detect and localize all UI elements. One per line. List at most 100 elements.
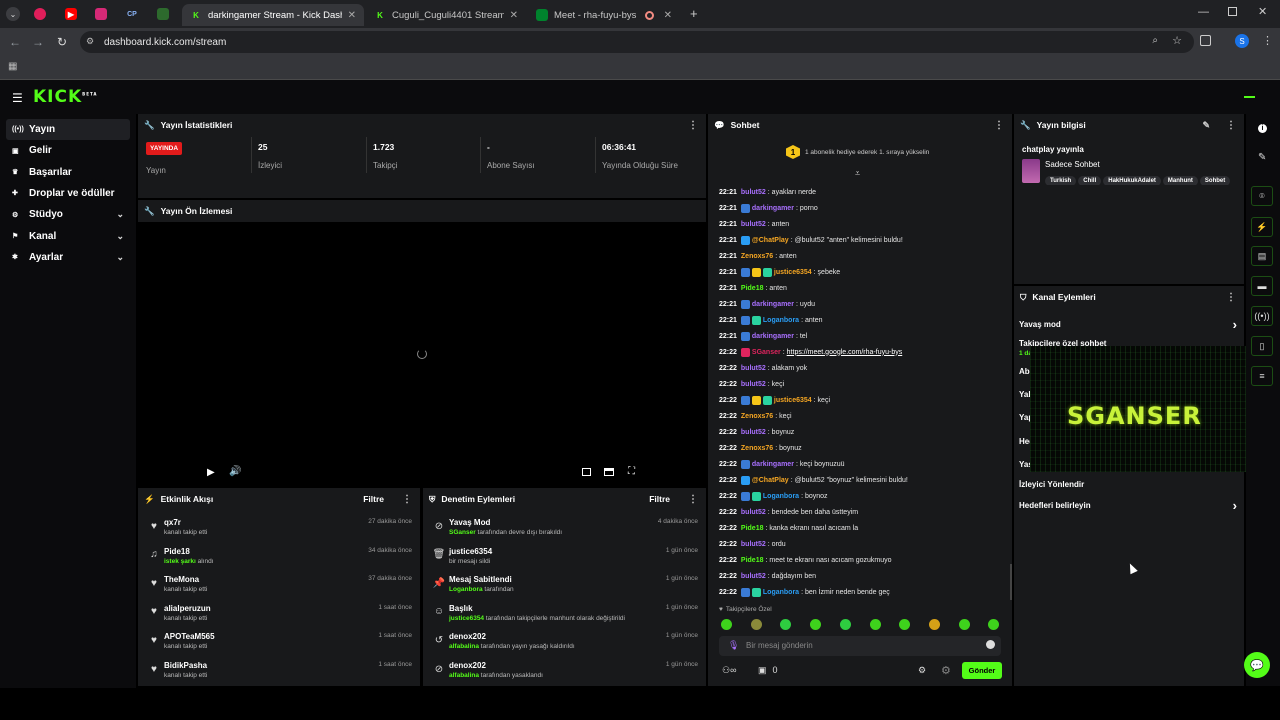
chat-username[interactable]: @ChatPlay	[752, 237, 789, 244]
tag-chip[interactable]: Chill	[1078, 176, 1102, 185]
points-display[interactable]: ▣ 0	[758, 665, 778, 676]
sidebar-item[interactable]: ✚ Droplar ve ödüller	[6, 183, 130, 204]
chat-link[interactable]: https://meet.google.com/rha-fuyu-bys	[787, 349, 903, 356]
browser-menu-icon[interactable]: ⋮	[1262, 34, 1273, 47]
send-button[interactable]: Gönder	[962, 662, 1002, 679]
more-options-icon[interactable]: ⋮	[688, 494, 698, 505]
fullscreen-icon[interactable]: ⛶	[628, 466, 635, 477]
minimize-button[interactable]: —	[1198, 6, 1209, 18]
emote-icon[interactable]	[958, 619, 970, 630]
sidebar-item[interactable]: ✱ Ayarlar ⌄	[6, 247, 130, 268]
theater-mode-icon[interactable]	[604, 468, 614, 476]
moderation-name[interactable]: Mesaj Sabitlendi	[449, 575, 512, 584]
emoji-picker-icon[interactable]	[986, 640, 995, 649]
tab-search-button[interactable]: ⌄	[5, 6, 21, 22]
sidebar-item[interactable]: ⚙ Stüdyo ⌄	[6, 204, 130, 225]
moderator-name[interactable]: alfabalina	[449, 672, 479, 679]
sidebar-item[interactable]: ((•)) Yayın	[6, 119, 130, 140]
more-options-icon[interactable]: ⋮	[994, 120, 1004, 131]
pinned-tab-5[interactable]	[155, 6, 171, 22]
moderation-name[interactable]: Yavaş Mod	[449, 518, 490, 527]
back-button[interactable]: ←	[7, 35, 23, 49]
pinned-tab-2[interactable]: ▶	[63, 6, 79, 22]
chat-username[interactable]: bulut52	[741, 573, 766, 580]
edit-pencil-icon[interactable]: ✎	[1258, 152, 1266, 163]
pip-icon[interactable]	[582, 468, 591, 476]
moderation-name[interactable]: denox202	[449, 632, 486, 641]
gift-leaderboard-banner[interactable]: 1 abonelik hediye ederek 1. sıraya yükse…	[805, 149, 929, 156]
moderator-name[interactable]: justice6354	[449, 615, 484, 622]
moderation-name[interactable]: justice6354	[449, 547, 492, 556]
sidebar-item[interactable]: ⚑ Kanal ⌄	[6, 226, 130, 247]
chevron-down-icon[interactable]: ⌄	[116, 209, 124, 220]
emote-icon[interactable]	[721, 619, 732, 630]
chat-username[interactable]: darkingamer	[752, 333, 794, 340]
close-window-button[interactable]: ✕	[1258, 5, 1267, 18]
activity-row[interactable]: ♫ Pide18 istek şarkı alındı 34 dakika önce	[146, 545, 412, 573]
channel-action-item[interactable]: Hedefleri belirleyin ›	[1019, 499, 1239, 512]
tag-chip[interactable]: Manhunt	[1162, 176, 1198, 185]
tab-cuguli-stream[interactable]: K Cuguli_Cuguli4401 Stream - Wa ✕	[366, 4, 526, 26]
support-chat-button[interactable]: 💬	[1244, 652, 1270, 678]
activity-row[interactable]: ♥ alialperuzun kanalı takip etti 1 saat önc…	[146, 602, 412, 630]
activity-row[interactable]: ♥ APOTeaM565 kanalı takip etti 1 saat önce	[146, 630, 412, 658]
moderator-name[interactable]: SGanser	[449, 529, 476, 536]
close-icon[interactable]: ✕	[348, 10, 356, 21]
moderator-name[interactable]: alfabalina	[449, 643, 479, 650]
chat-username[interactable]: justice6354	[774, 397, 812, 404]
filter-button[interactable]: Filtre	[363, 494, 384, 504]
moderation-row[interactable]: 📌 Mesaj Sabitlendi Loganbora tarafından 1 g…	[431, 573, 698, 601]
microphone-icon[interactable]: 🎙	[728, 640, 739, 651]
chat-username[interactable]: bulut52	[741, 381, 766, 388]
channel-action-item[interactable]: Yavaş mod ›	[1019, 318, 1239, 331]
tab-kick-dashboard[interactable]: K darkingamer Stream - Kick Dash ✕	[182, 4, 364, 26]
profile-avatar[interactable]: S	[1235, 34, 1249, 48]
play-button[interactable]: ▶	[207, 467, 215, 478]
moderation-row[interactable]: 🗑 justice6354 bir mesajı sildi 1 gün önce	[431, 545, 698, 573]
activity-name[interactable]: TheMona	[164, 575, 199, 584]
activity-name[interactable]: BidikPasha	[164, 661, 207, 670]
rail-button[interactable]: ▬	[1251, 276, 1273, 296]
activity-row[interactable]: ♥ BidikPasha kanalı takip etti 1 saat önce	[146, 659, 412, 687]
moderator-name[interactable]: Loganbora	[449, 586, 483, 593]
activity-name[interactable]: alialperuzun	[164, 604, 211, 613]
activity-row[interactable]: ♥ TheMona kanalı takip etti 37 dakika önce	[146, 573, 412, 601]
maximize-button[interactable]	[1228, 7, 1237, 16]
bot-icon[interactable]: ⚙	[941, 664, 951, 677]
rail-button[interactable]: ⚡	[1251, 217, 1273, 237]
chat-scrollbar[interactable]	[1010, 564, 1012, 600]
edit-pencil-icon[interactable]: ✎	[1202, 120, 1210, 131]
zoom-icon[interactable]: ⌕	[1152, 35, 1158, 46]
more-options-icon[interactable]: ⋮	[688, 120, 698, 131]
chat-username[interactable]: darkingamer	[752, 205, 794, 212]
more-options-icon[interactable]: ⋮	[1226, 292, 1236, 303]
rail-button[interactable]: ▯	[1251, 336, 1273, 356]
floating-video-overlay[interactable]: SGANSER	[1030, 346, 1264, 472]
scroll-down-icon[interactable]: ⩡	[855, 168, 860, 179]
volume-icon[interactable]: 🔊	[229, 466, 241, 477]
site-info-icon[interactable]: ⚙	[86, 36, 94, 47]
close-icon[interactable]: ✕	[510, 10, 518, 21]
chat-username[interactable]: bulut52	[741, 365, 766, 372]
pinned-tab-4[interactable]: CP	[124, 6, 140, 22]
chat-username[interactable]: darkingamer	[752, 301, 794, 308]
rail-button[interactable]: ⌾	[1251, 186, 1273, 206]
tag-chip[interactable]: Turkish	[1045, 176, 1077, 185]
chat-username[interactable]: SGanser	[752, 349, 781, 356]
chat-username[interactable]: bulut52	[741, 189, 766, 196]
chat-username[interactable]: justice6354	[774, 269, 812, 276]
chevron-down-icon[interactable]: ⌄	[116, 231, 124, 242]
emote-icon[interactable]	[928, 619, 940, 630]
extensions-icon[interactable]	[1200, 35, 1211, 46]
category-name[interactable]: Sadece Sohbet	[1045, 160, 1100, 169]
activity-row[interactable]: ♥ qx7r kanalı takip etti 27 dakika önce	[146, 516, 412, 544]
moderation-row[interactable]: ↺ denox202 alfabalina tarafından yayın yas…	[431, 630, 698, 658]
chat-username[interactable]: bulut52	[741, 429, 766, 436]
chat-username[interactable]: Pide18	[741, 557, 764, 564]
pinned-tab-1[interactable]	[32, 6, 48, 22]
more-options-icon[interactable]: ⋮	[402, 494, 412, 505]
chat-username[interactable]: Zenoxs76	[741, 253, 773, 260]
activity-name[interactable]: qx7r	[164, 518, 181, 527]
url-bar[interactable]: ⚙ dashboard.kick.com/stream ⌕ ☆	[80, 31, 1194, 53]
activity-name[interactable]: Pide18	[164, 547, 190, 556]
